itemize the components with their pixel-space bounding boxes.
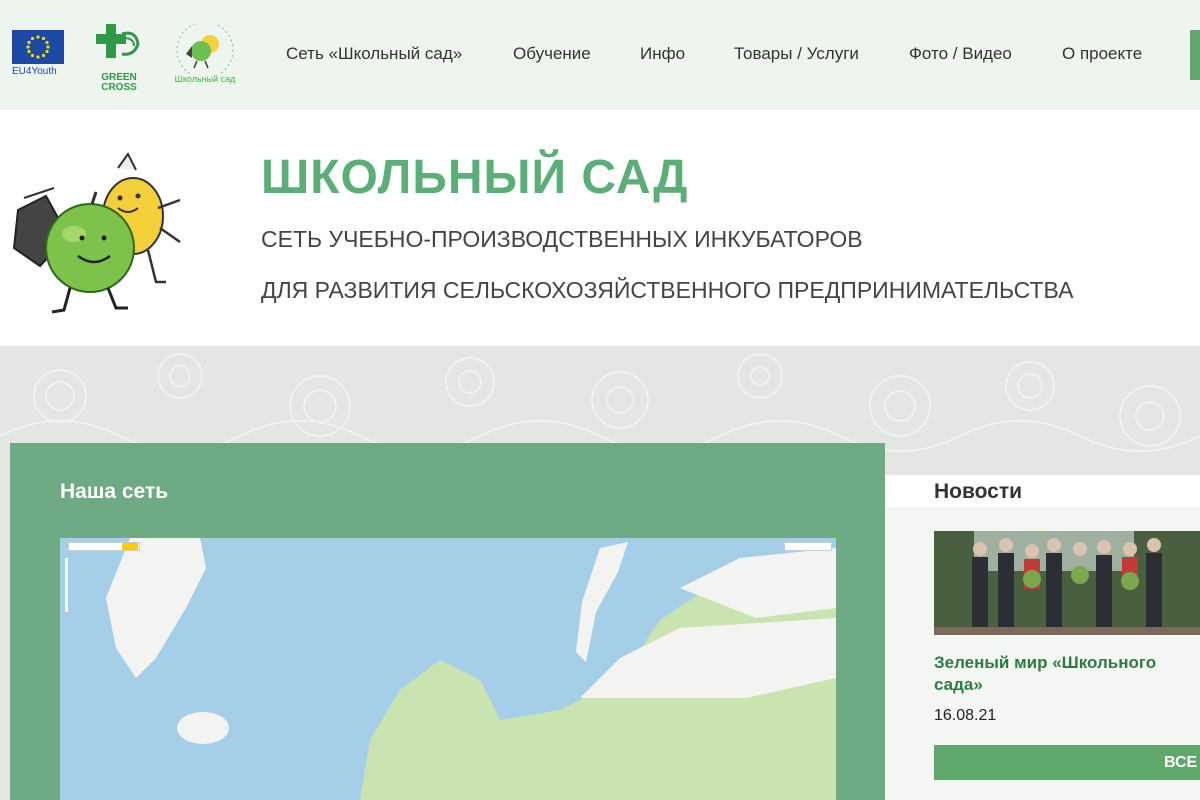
green-cross-logo[interactable]: GREEN CROSS (94, 22, 144, 93)
map-layers-control[interactable] (784, 542, 832, 551)
all-news-button[interactable]: ВСЕ (934, 745, 1200, 780)
site-subtitle-line-2: ДЛЯ РАЗВИТИЯ СЕЛЬСКОХОЗЯЙСТВЕННОГО ПРЕДП… (261, 277, 1074, 303)
news-header: Новости (885, 475, 1200, 507)
school-garden-small-logo[interactable]: Школьный сад (172, 21, 238, 88)
site-subtitle-line-1: СЕТЬ УЧЕБНО-ПРОИЗВОДСТВЕННЫХ ИНКУБАТОРОВ (261, 226, 863, 252)
nav-item-photo-video[interactable]: Фото / Видео (909, 44, 1012, 64)
news-date: 16.08.21 (934, 707, 997, 724)
map-landmass (106, 538, 836, 800)
nav-item-about[interactable]: О проекте (1062, 44, 1142, 64)
news-headline-link[interactable]: Зеленый мир «Школьного сада» (934, 652, 1200, 696)
network-panel-title: Наша сеть (60, 480, 169, 503)
nav-item-goods-services[interactable]: Товары / Услуги (734, 44, 859, 64)
apple-mascot-icon (176, 21, 234, 79)
all-news-button-label: ВСЕ (1164, 754, 1198, 771)
network-panel: Наша сеть (10, 443, 885, 800)
nav-item-info[interactable]: Инфо (640, 44, 685, 64)
eu4youth-logo[interactable]: EU4Youth (12, 30, 64, 77)
news-photo[interactable] (934, 531, 1200, 635)
nav-cut-off-button[interactable] (1190, 30, 1200, 80)
nav-item-school-garden-network[interactable]: Сеть «Школьный сад» (286, 44, 462, 64)
top-navigation-bar: EU4Youth GREEN CROSS Школьный сад Сеть «… (0, 0, 1200, 110)
green-cross-icon (96, 24, 140, 58)
eu4youth-caption: EU4Youth (12, 66, 57, 77)
site-title: ШКОЛЬНЫЙ САД (261, 151, 689, 204)
apple-mascot-illustration (8, 138, 190, 318)
green-cross-caption-bottom: CROSS (101, 82, 137, 93)
map-search-button[interactable] (122, 543, 138, 550)
news-card: Зеленый мир «Школьного сада» 16.08.21 ВС… (885, 507, 1200, 800)
network-map[interactable] (60, 538, 836, 800)
nav-item-training[interactable]: Обучение (513, 44, 591, 64)
news-title: Новости (934, 480, 1023, 503)
site-header: ШКОЛЬНЫЙ САД СЕТЬ УЧЕБНО-ПРОИЗВОДСТВЕННЫ… (0, 110, 1200, 346)
map-zoom-slider[interactable] (65, 558, 68, 612)
eu-flag-icon (12, 30, 64, 64)
school-garden-caption: Школьный сад (174, 74, 236, 84)
